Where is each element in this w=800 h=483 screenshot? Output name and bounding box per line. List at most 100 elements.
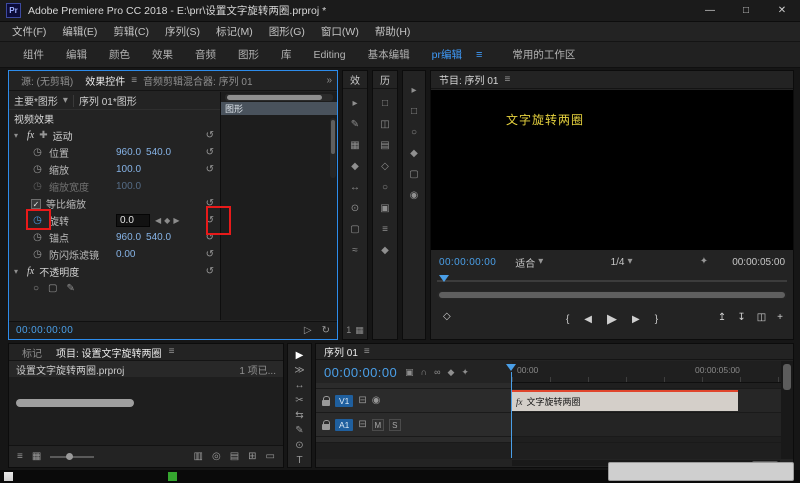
- taskbar-app-icon[interactable]: [168, 472, 177, 481]
- timeline-ruler[interactable]: 00:00 00:00:05:00: [512, 361, 781, 383]
- workspace-pr-edit[interactable]: pr编辑: [421, 47, 473, 62]
- reset-icon[interactable]: ↺: [206, 164, 214, 175]
- program-video-area[interactable]: 文字旋转两圈: [431, 90, 793, 250]
- rect-mask-icon[interactable]: ▢: [48, 283, 57, 294]
- ec-timeline-vscrollbar[interactable]: [330, 118, 336, 178]
- step-back-icon[interactable]: ◀: [584, 314, 592, 325]
- prev-keyframe-icon[interactable]: ◀: [155, 216, 161, 225]
- track-lane[interactable]: [512, 437, 781, 443]
- strip-icon[interactable]: ≈: [352, 245, 358, 256]
- workspace-assembly[interactable]: 组件: [12, 47, 55, 62]
- motion-effect-row[interactable]: ▾ fx ✚ 运动 ↺: [9, 127, 220, 144]
- scroll-thumb[interactable]: [227, 95, 323, 100]
- slider-knob[interactable]: [66, 452, 74, 460]
- type-tool[interactable]: T: [296, 455, 302, 466]
- timeline-vscrollbar[interactable]: [781, 361, 793, 459]
- strip-icon[interactable]: ⊙: [351, 203, 359, 214]
- strip-icon[interactable]: ◫: [380, 119, 389, 130]
- rotation-stopwatch-icon[interactable]: ◷: [31, 215, 44, 226]
- stopwatch-icon[interactable]: ◷: [31, 147, 44, 158]
- new-item-icon[interactable]: ⊞: [248, 451, 256, 462]
- master-clip-label[interactable]: 主要*图形: [14, 93, 58, 108]
- reset-icon[interactable]: ↺: [206, 215, 214, 226]
- strip-icon[interactable]: ◇: [381, 161, 389, 172]
- add-marker-icon[interactable]: ◆: [447, 367, 454, 378]
- panel-menu-icon[interactable]: ≡: [504, 74, 510, 85]
- program-zoom-scrollbar[interactable]: [437, 291, 787, 299]
- fit-dropdown[interactable]: 适合 ▾: [515, 255, 543, 270]
- strip-icon[interactable]: ↔: [350, 182, 360, 193]
- strip-icon[interactable]: ▦: [350, 140, 359, 151]
- close-button[interactable]: ✕: [764, 0, 800, 22]
- workspace-color[interactable]: 颜色: [98, 47, 141, 62]
- v1-track-badge[interactable]: V1: [335, 394, 354, 407]
- menu-graphics[interactable]: 图形(G): [261, 24, 313, 39]
- effects-strip-title[interactable]: 效: [343, 71, 367, 89]
- expand-icon[interactable]: ▾: [14, 131, 22, 140]
- settings-wrench-icon[interactable]: ✦: [700, 257, 708, 267]
- menu-clip[interactable]: 剪辑(C): [105, 24, 157, 39]
- sequence-clip-label[interactable]: 序列 01*图形: [79, 93, 137, 108]
- program-monitor-title[interactable]: 节目: 序列 01: [439, 72, 498, 87]
- stopwatch-icon[interactable]: ◷: [31, 232, 44, 243]
- reset-icon[interactable]: ↺: [206, 249, 214, 260]
- menu-window[interactable]: 窗口(W): [313, 24, 367, 39]
- project-hscrollbar[interactable]: [16, 399, 134, 407]
- strip-icon[interactable]: ◉: [410, 190, 419, 201]
- tab-sequence[interactable]: 序列 01: [324, 344, 358, 359]
- program-timecode[interactable]: 00:00:00:00: [439, 257, 496, 268]
- timeline-timecode[interactable]: 00:00:00:00: [324, 365, 397, 380]
- minimize-button[interactable]: —: [692, 0, 728, 22]
- menu-edit[interactable]: 编辑(E): [54, 24, 105, 39]
- scroll-thumb[interactable]: [331, 120, 335, 154]
- strip-icon[interactable]: ▤: [380, 140, 389, 151]
- export-frame-icon[interactable]: ◫: [757, 312, 766, 323]
- strip-icon[interactable]: ▸: [352, 98, 357, 109]
- menu-file[interactable]: 文件(F): [4, 24, 54, 39]
- icon-view-icon[interactable]: ▦: [32, 451, 41, 462]
- mute-button[interactable]: M: [371, 418, 384, 431]
- snap-icon[interactable]: ∩: [421, 367, 427, 378]
- graphic-clip[interactable]: fx 文字旋转两圈: [512, 390, 738, 411]
- workspace-libraries[interactable]: 库: [270, 47, 303, 62]
- stopwatch-icon[interactable]: ◷: [31, 181, 44, 192]
- ec-timecode[interactable]: 00:00:00:00: [16, 325, 73, 336]
- scroll-thumb[interactable]: [439, 292, 785, 298]
- workspace-menu-icon[interactable]: ≡: [473, 49, 485, 61]
- loop-icon[interactable]: ↻: [322, 325, 330, 336]
- go-to-in-icon[interactable]: {: [566, 314, 569, 325]
- reset-icon[interactable]: ↺: [206, 147, 214, 158]
- linked-selection-icon[interactable]: ∞: [434, 367, 440, 378]
- nest-icon[interactable]: ▣: [405, 367, 414, 378]
- workspace-overflow[interactable]: 常用的工作区: [501, 47, 586, 62]
- workspace-basic-edit[interactable]: 基本编辑: [357, 47, 421, 62]
- scroll-thumb[interactable]: [783, 364, 791, 390]
- v1-track-header[interactable]: V1 ⊟ ◉: [316, 389, 512, 413]
- strip-icon[interactable]: ▸: [411, 85, 416, 96]
- strip-icon[interactable]: ◆: [381, 245, 389, 256]
- rotation-value-field[interactable]: 0.0: [116, 214, 150, 227]
- solo-button[interactable]: S: [388, 418, 401, 431]
- sync-lock-icon[interactable]: ⊟: [358, 395, 366, 406]
- workspace-editing-en[interactable]: Editing: [303, 49, 357, 61]
- sync-lock-icon[interactable]: ⊟: [358, 419, 366, 430]
- zoom-slider[interactable]: [50, 452, 95, 460]
- next-keyframe-icon[interactable]: ▶: [173, 216, 179, 225]
- workspace-audio[interactable]: 音频: [184, 47, 227, 62]
- strip-icon[interactable]: ▢: [350, 224, 359, 235]
- step-forward-icon[interactable]: ▶: [632, 314, 640, 325]
- a1-track-header[interactable]: A1 ⊟ M S: [316, 413, 512, 437]
- anchor-y-value[interactable]: 540.0: [146, 232, 171, 243]
- automate-sequence-icon[interactable]: ▥: [194, 451, 203, 462]
- list-view-icon[interactable]: ≡: [17, 451, 23, 462]
- tab-effect-controls[interactable]: 效果控件: [79, 73, 131, 88]
- tab-overflow-icon[interactable]: »: [321, 75, 337, 86]
- extract-icon[interactable]: ↧: [737, 312, 745, 323]
- button-editor-icon[interactable]: +: [777, 312, 783, 323]
- new-bin-icon[interactable]: ▤: [230, 451, 239, 462]
- stopwatch-icon[interactable]: ◷: [31, 249, 44, 260]
- ripple-edit-tool[interactable]: ↔: [295, 380, 305, 391]
- v1-track-lane[interactable]: fx 文字旋转两圈: [512, 389, 781, 413]
- tab-markers[interactable]: 标记: [15, 345, 49, 360]
- strip-icon[interactable]: □: [382, 98, 388, 109]
